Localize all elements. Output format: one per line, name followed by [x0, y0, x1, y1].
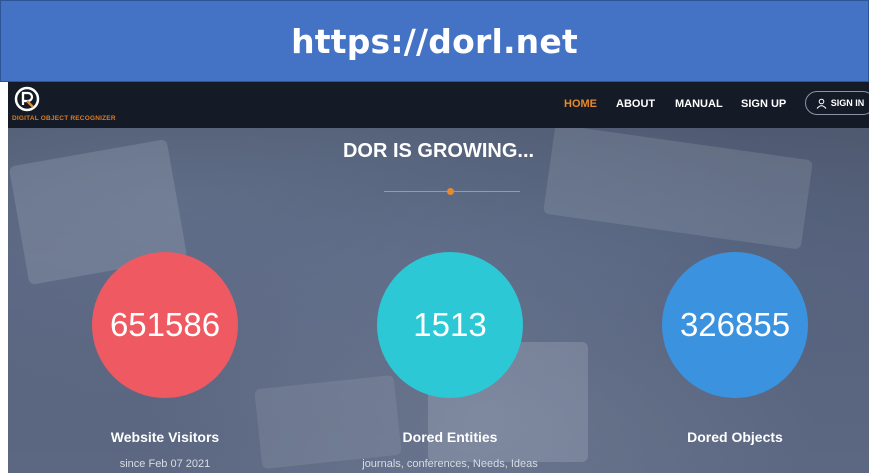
- user-icon: [816, 98, 827, 109]
- entities-counter-circle: 1513: [377, 252, 523, 398]
- website-viewport: DIGITAL OBJECT RECOGNIZER HOME ABOUT MAN…: [8, 82, 869, 473]
- entities-subtext: journals, conferences, Needs, Ideas: [362, 458, 538, 470]
- dor-logo-icon[interactable]: [14, 86, 40, 112]
- visitors-subtext: since Feb 07 2021: [119, 458, 211, 470]
- section-title: DOR IS GROWING...: [342, 140, 535, 162]
- sign-in-button[interactable]: SIGN IN: [805, 91, 869, 115]
- nav-sign-up[interactable]: SIGN UP: [741, 98, 786, 110]
- sign-in-label: SIGN IN: [830, 98, 865, 108]
- objects-counter-circle: 326855: [662, 252, 808, 398]
- nav-manual[interactable]: MANUAL: [675, 98, 723, 110]
- nav-about[interactable]: ABOUT: [616, 98, 655, 110]
- objects-count: 326855: [679, 306, 791, 343]
- background-shape: [254, 374, 402, 470]
- top-navbar: DIGITAL OBJECT RECOGNIZER HOME ABOUT MAN…: [8, 82, 869, 128]
- logo-text: DIGITAL OBJECT RECOGNIZER: [12, 115, 116, 122]
- nav-home[interactable]: HOME: [564, 98, 597, 110]
- entities-count: 1513: [413, 306, 487, 343]
- visitors-label: Website Visitors: [110, 429, 220, 445]
- entities-label: Dored Entities: [402, 429, 498, 445]
- visitors-counter-circle: 651586: [92, 252, 238, 398]
- visitors-count: 651586: [109, 306, 221, 343]
- url-banner: https://dorl.net: [0, 0, 869, 82]
- url-text: https://dorl.net: [291, 21, 578, 61]
- divider-dot: [447, 188, 454, 195]
- objects-label: Dored Objects: [687, 429, 783, 445]
